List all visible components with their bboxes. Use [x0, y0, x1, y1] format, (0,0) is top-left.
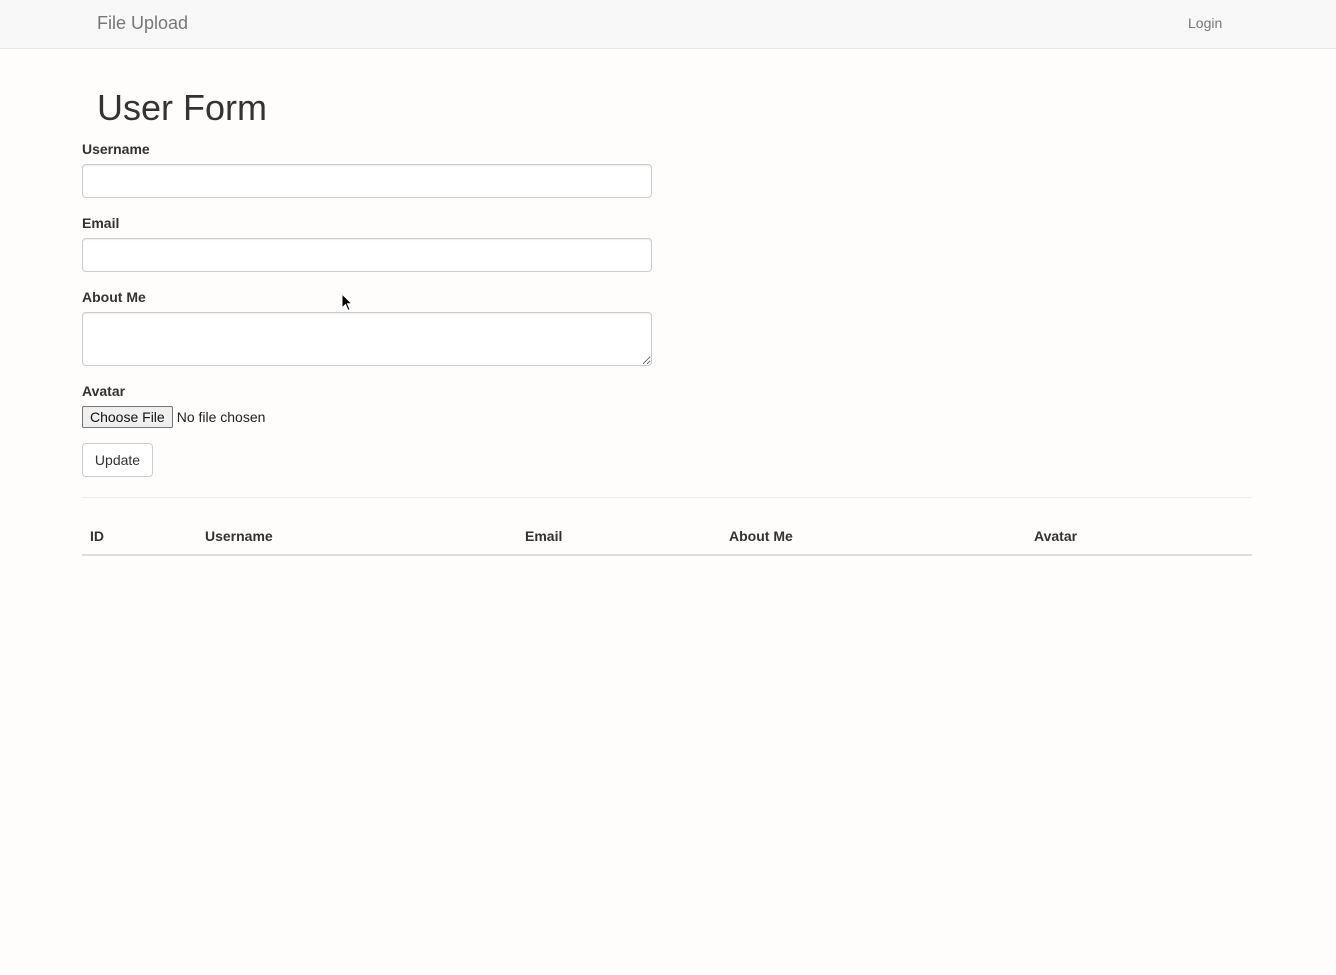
page-title: User Form — [97, 87, 267, 128]
email-input[interactable] — [82, 238, 652, 272]
username-input[interactable] — [82, 164, 652, 198]
file-status-text: No file chosen — [176, 409, 266, 425]
header-email: Email — [517, 517, 721, 556]
avatar-file-input[interactable]: Choose File No file chosen — [82, 406, 265, 428]
avatar-label: Avatar — [82, 383, 126, 399]
login-link[interactable]: Login — [1188, 14, 1222, 32]
users-table: ID Username Email About Me Avatar — [82, 517, 1252, 556]
navbar: File Upload Login — [0, 0, 1336, 49]
header-username: Username — [197, 517, 517, 556]
email-label: Email — [82, 215, 120, 231]
header-id: ID — [82, 517, 197, 556]
choose-file-button[interactable]: Choose File — [82, 406, 173, 428]
username-label: Username — [82, 141, 150, 157]
update-button[interactable]: Update — [82, 443, 153, 477]
divider — [82, 497, 1252, 498]
header-about-me: About Me — [721, 517, 1026, 556]
about-me-textarea[interactable] — [82, 312, 652, 366]
mouse-cursor-icon — [341, 293, 353, 312]
table-header-row: ID Username Email About Me Avatar — [82, 517, 1252, 556]
header-avatar: Avatar — [1026, 517, 1252, 556]
navbar-brand[interactable]: File Upload — [97, 12, 188, 34]
about-me-label: About Me — [82, 289, 146, 305]
